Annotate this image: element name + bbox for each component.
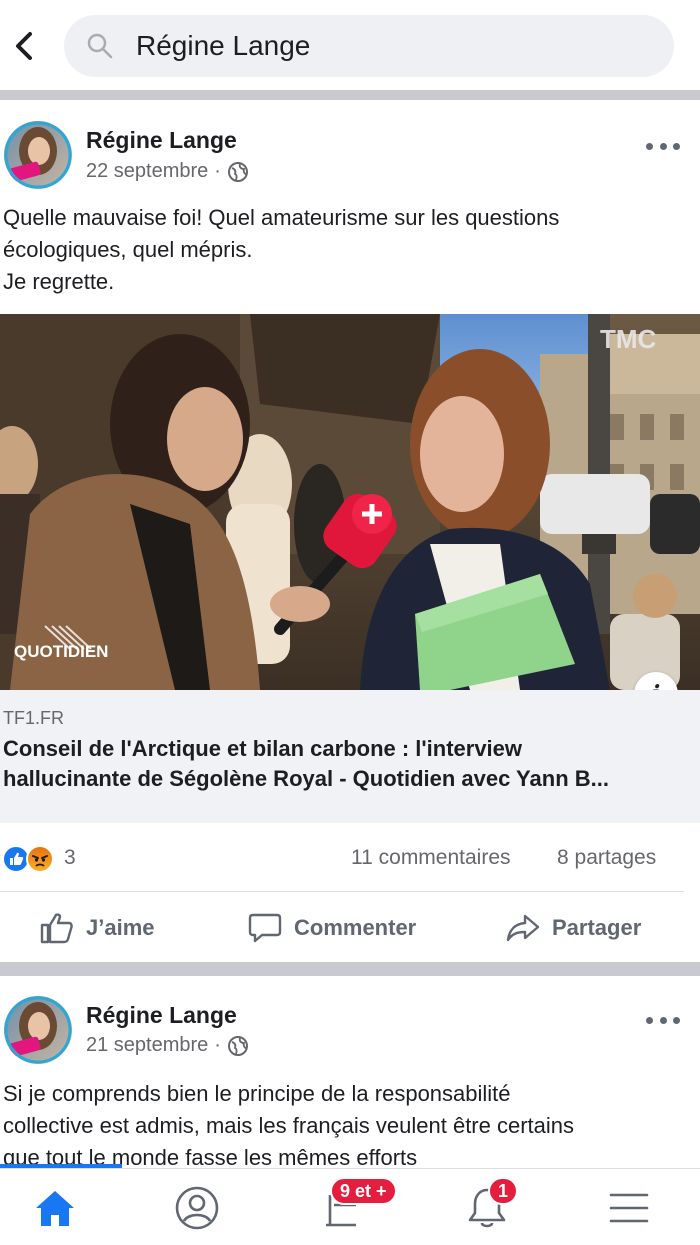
angry-icon — [26, 845, 54, 873]
section-separator — [0, 90, 700, 100]
groups-badge: 9 et + — [330, 1177, 397, 1205]
post-date[interactable]: 22 septembre — [86, 160, 208, 183]
nav-groups[interactable]: 9 et + — [288, 1169, 398, 1245]
post-actions: J’aime Commenter Partager — [0, 900, 700, 958]
dot-icon — [659, 1016, 667, 1024]
thumbs-up-icon — [40, 913, 73, 944]
post-text-line: Je regrette. — [3, 269, 115, 294]
nav-notifications[interactable]: 1 — [432, 1169, 542, 1245]
post-date[interactable]: 21 septembre — [86, 1034, 208, 1057]
section-separator — [0, 962, 700, 976]
menu-icon — [609, 1193, 649, 1222]
link-title-line: hallucinante de Ségolène Royal - Quotidi… — [3, 766, 609, 791]
link-title: Conseil de l'Arctique et bilan carbone :… — [3, 734, 693, 794]
link-preview-image[interactable]: TMC QUOTIDIEN — [0, 314, 700, 690]
post-text-line: écologiques, quel mépris. — [3, 237, 253, 262]
link-title-line: Conseil de l'Arctique et bilan carbone :… — [3, 736, 523, 761]
post-text: Quelle mauvaise foi! Quel amateurisme su… — [3, 202, 693, 298]
post-text-line: collective est admis, mais les français … — [3, 1113, 575, 1138]
like-button[interactable]: J’aime — [40, 908, 155, 948]
search-header: Régine Lange — [0, 0, 700, 90]
comment-label: Commenter — [294, 915, 417, 940]
share-button[interactable]: Partager — [506, 908, 641, 948]
post-text-line: Quelle mauvaise foi! Quel amateurisme su… — [3, 205, 560, 230]
post-meta: 21 septembre · — [86, 1034, 249, 1057]
divider — [0, 891, 684, 892]
search-query: Régine Lange — [136, 30, 311, 61]
post-author[interactable]: Régine Lange — [86, 127, 237, 154]
link-preview-info[interactable]: TF1.FR Conseil de l'Arctique et bilan ca… — [0, 690, 700, 823]
reaction-count[interactable]: 3 — [64, 846, 76, 870]
notifications-badge: 1 — [488, 1177, 518, 1205]
more-options-button[interactable] — [646, 136, 680, 156]
chevron-left-icon — [16, 32, 32, 60]
post-author[interactable]: Régine Lange — [86, 1002, 237, 1029]
search-input[interactable]: Régine Lange — [64, 15, 674, 77]
dot-icon — [646, 1016, 653, 1024]
dot-icon — [673, 1016, 680, 1024]
like-label: J’aime — [86, 915, 155, 940]
dot-icon — [646, 142, 653, 150]
avatar[interactable] — [4, 121, 72, 189]
search-icon — [87, 33, 113, 59]
share-label: Partager — [552, 915, 642, 940]
more-options-button[interactable] — [646, 1010, 680, 1030]
nav-menu[interactable] — [574, 1169, 684, 1245]
video-thumbnail: TMC QUOTIDIEN — [0, 314, 700, 690]
globe-icon — [227, 1035, 248, 1056]
meta-separator: · — [214, 160, 221, 182]
meta-separator: · — [214, 1034, 221, 1056]
share-icon — [506, 914, 540, 942]
dot-icon — [673, 142, 680, 150]
nav-profile[interactable] — [142, 1169, 252, 1245]
reactions-row: 3 11 commentaires 8 partages — [0, 836, 700, 882]
quotidien-watermark: QUOTIDIEN — [14, 642, 108, 661]
globe-icon — [227, 161, 248, 182]
avatar-image — [4, 996, 72, 1064]
avatar[interactable] — [4, 996, 72, 1064]
channel-logo: TMC — [600, 324, 657, 354]
post: Régine Lange 21 septembre · Si je compre… — [0, 976, 700, 1170]
comment-icon — [248, 913, 282, 943]
post-text-line: Si je comprends bien le principe de la r… — [3, 1081, 511, 1106]
nav-home[interactable] — [0, 1169, 110, 1245]
post-meta: 22 septembre · — [86, 160, 249, 183]
home-icon — [36, 1190, 74, 1226]
reaction-icons[interactable] — [2, 845, 54, 873]
link-domain: TF1.FR — [3, 708, 64, 728]
post-text: Si je comprends bien le principe de la r… — [3, 1078, 693, 1174]
comments-count[interactable]: 11 commentaires — [351, 846, 511, 870]
avatar-image — [4, 121, 72, 189]
dot-icon — [659, 142, 667, 150]
shares-count[interactable]: 8 partages — [557, 846, 656, 870]
bottom-nav: 9 et + 1 — [0, 1168, 700, 1245]
profile-icon — [175, 1186, 219, 1229]
comment-button[interactable]: Commenter — [248, 908, 416, 948]
facebook-search-results: Régine Lange Régine Lange 22 septembre ·… — [0, 0, 700, 1245]
back-button[interactable] — [8, 26, 40, 66]
